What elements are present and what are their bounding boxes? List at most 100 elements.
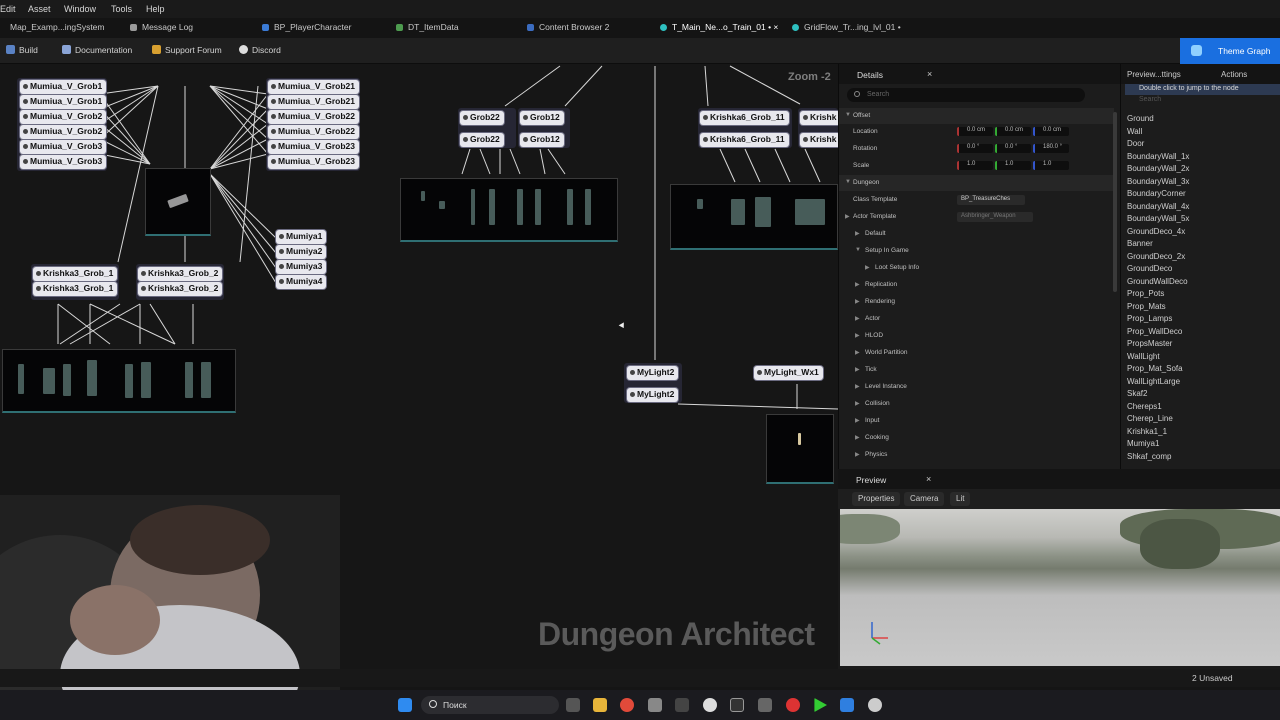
preview-close-button[interactable]: × [926,474,931,484]
node-list-item[interactable]: Prop_Mats [1127,302,1166,311]
node-list-item[interactable]: BoundaryCorner [1127,189,1186,198]
graph-node[interactable]: Mumiya4 [276,275,327,289]
graph-node[interactable]: Mumiua_V_Grob3 [20,140,107,154]
console-icon[interactable] [730,698,744,712]
mesh-preview-node[interactable] [145,168,211,236]
node-list-item[interactable]: Cherep_Line [1127,414,1173,423]
graph-node[interactable]: MyLight_Wx1 [754,366,823,380]
node-list-item[interactable]: GroundWallDeco [1127,277,1188,286]
details-close-button[interactable]: × [927,69,932,79]
graph-node[interactable]: Mumiua_V_Grob2 [20,110,107,124]
graph-node[interactable]: Krishk [800,111,838,125]
play-icon[interactable] [814,698,827,712]
graph-node[interactable]: Krishka3_Grob_2 [138,282,223,296]
task-view-icon[interactable] [566,698,580,712]
windows-start-icon[interactable] [398,698,412,712]
section-replication[interactable]: ▶ Replication [839,277,1114,293]
graph-node[interactable]: Mumiua_V_Grob2 [20,125,107,139]
actions-tab[interactable]: Actions [1221,70,1247,79]
properties-button[interactable]: Properties [852,492,901,506]
node-list-item[interactable]: BoundaryWall_4x [1127,202,1189,211]
graph-node[interactable]: Krishka6_Grob_11 [700,111,789,125]
taskbar-search[interactable]: Поиск [421,696,559,714]
node-list-item[interactable]: Prop_WallDeco [1127,327,1182,336]
tab-dt-itemdata[interactable]: DT_ItemData [396,22,459,32]
graph-node[interactable]: Mumiua_V_Grob22 [268,110,359,124]
section-actor[interactable]: ▶ Actor [839,311,1114,327]
section-input[interactable]: ▶ Input [839,413,1114,429]
location-x[interactable]: 0.0 cm [957,127,993,136]
unreal-engine-icon[interactable] [703,698,717,712]
graph-node[interactable]: Mumiua_V_Grob21 [268,80,359,94]
section-loot-setup-info[interactable]: ▶ Loot Setup Info [839,260,1114,276]
preview-viewport[interactable] [840,509,1280,666]
section-rendering[interactable]: ▶ Rendering [839,294,1114,310]
node-list-item[interactable]: Prop_Mat_Sofa [1127,364,1183,373]
camera-button[interactable]: Camera [904,492,945,506]
node-list-item[interactable]: BoundaryWall_2x [1127,164,1189,173]
graph-node[interactable]: Krishka3_Grob_2 [138,267,223,281]
node-list-item[interactable]: Krishka1_1 [1127,427,1167,436]
mesh-preview-node[interactable] [400,178,618,242]
store-icon[interactable] [648,698,662,712]
chrome-icon[interactable] [620,698,634,712]
scale-z[interactable]: 1.0 [1033,161,1069,170]
node-list-item[interactable]: BoundaryWall_3x [1127,177,1189,186]
scale-x[interactable]: 1.0 [957,161,993,170]
graph-node[interactable]: Mumiya1 [276,230,327,244]
terminal-icon[interactable] [675,698,689,712]
section-collision[interactable]: ▶ Collision [839,396,1114,412]
graph-node[interactable]: Mumiya3 [276,260,327,274]
node-list-item[interactable]: Shkaf_comp [1127,452,1171,461]
documentation-button[interactable]: Documentation [62,45,132,55]
actor-template-dropdown[interactable]: Ashbringer_Weapon [957,212,1033,222]
obs-icon[interactable] [786,698,800,712]
section-dungeon[interactable]: ▼ Dungeon [839,175,1114,191]
menu-edit[interactable]: Edit [0,4,16,14]
preview-settings-tab[interactable]: Preview...ttings [1127,70,1181,79]
mesh-preview-node[interactable] [2,349,236,413]
graph-node[interactable]: Grob22 [460,111,504,125]
scale-y[interactable]: 1.0 [995,161,1031,170]
node-list-item[interactable]: GroundDeco_4x [1127,227,1185,236]
theme-graph-button[interactable]: Theme Graph [1180,38,1280,64]
section-hlod[interactable]: ▶ HLOD [839,328,1114,344]
class-template-dropdown[interactable]: BP_TreasureChes [957,195,1025,205]
tab-gridflow[interactable]: GridFlow_Tr...ing_lvl_01 • [792,22,901,32]
graph-node[interactable]: Krishk [800,133,838,147]
section-setup-in-game[interactable]: ▼ Setup In Game [839,243,1114,259]
graph-node[interactable]: Grob12 [520,111,564,125]
mesh-preview-node[interactable] [670,184,838,250]
node-list-item[interactable]: PropsMaster [1127,339,1172,348]
section-tick[interactable]: ▶ Tick [839,362,1114,378]
tab-map[interactable]: Map_Examp...ingSystem [10,22,104,32]
section-level-instance[interactable]: ▶ Level Instance [839,379,1114,395]
node-list-item[interactable]: Chereps1 [1127,402,1162,411]
node-list-item[interactable]: Skaf2 [1127,389,1147,398]
graph-node[interactable]: Grob12 [520,133,564,147]
graph-node[interactable]: Mumiua_V_Grob21 [268,95,359,109]
graph-node[interactable]: Mumiua_V_Grob23 [268,155,359,169]
menu-window[interactable]: Window [64,4,96,14]
tab-bp-player[interactable]: BP_PlayerCharacter [262,22,351,32]
details-scrollbar[interactable] [1113,112,1117,292]
menu-help[interactable]: Help [146,4,165,14]
graph-node[interactable]: Mumiua_V_Grob1 [20,80,107,94]
lit-button[interactable]: Lit [950,492,971,506]
location-y[interactable]: 0.0 cm [995,127,1031,136]
graph-node[interactable]: Krishka6_Grob_11 [700,133,789,147]
graph-node[interactable]: Mumiua_V_Grob22 [268,125,359,139]
menu-asset[interactable]: Asset [28,4,51,14]
unsaved-indicator[interactable]: 2 Unsaved [1192,673,1233,683]
node-list-item[interactable]: Mumiya1 [1127,439,1159,448]
graph-node[interactable]: Mumiua_V_Grob1 [20,95,107,109]
vscode-icon[interactable] [840,698,854,712]
tab-message-log[interactable]: Message Log [130,22,193,32]
discord-button[interactable]: Discord [239,45,281,55]
rotation-x[interactable]: 0.0 ° [957,144,993,153]
node-list-item[interactable]: Ground [1127,114,1154,123]
node-list-item[interactable]: GroundDeco [1127,264,1172,273]
mesh-preview-node[interactable] [766,414,834,484]
tab-theme-active[interactable]: T_Main_Ne...o_Train_01 • × [660,22,778,32]
rpanel-search-input[interactable]: Search [1125,96,1277,106]
